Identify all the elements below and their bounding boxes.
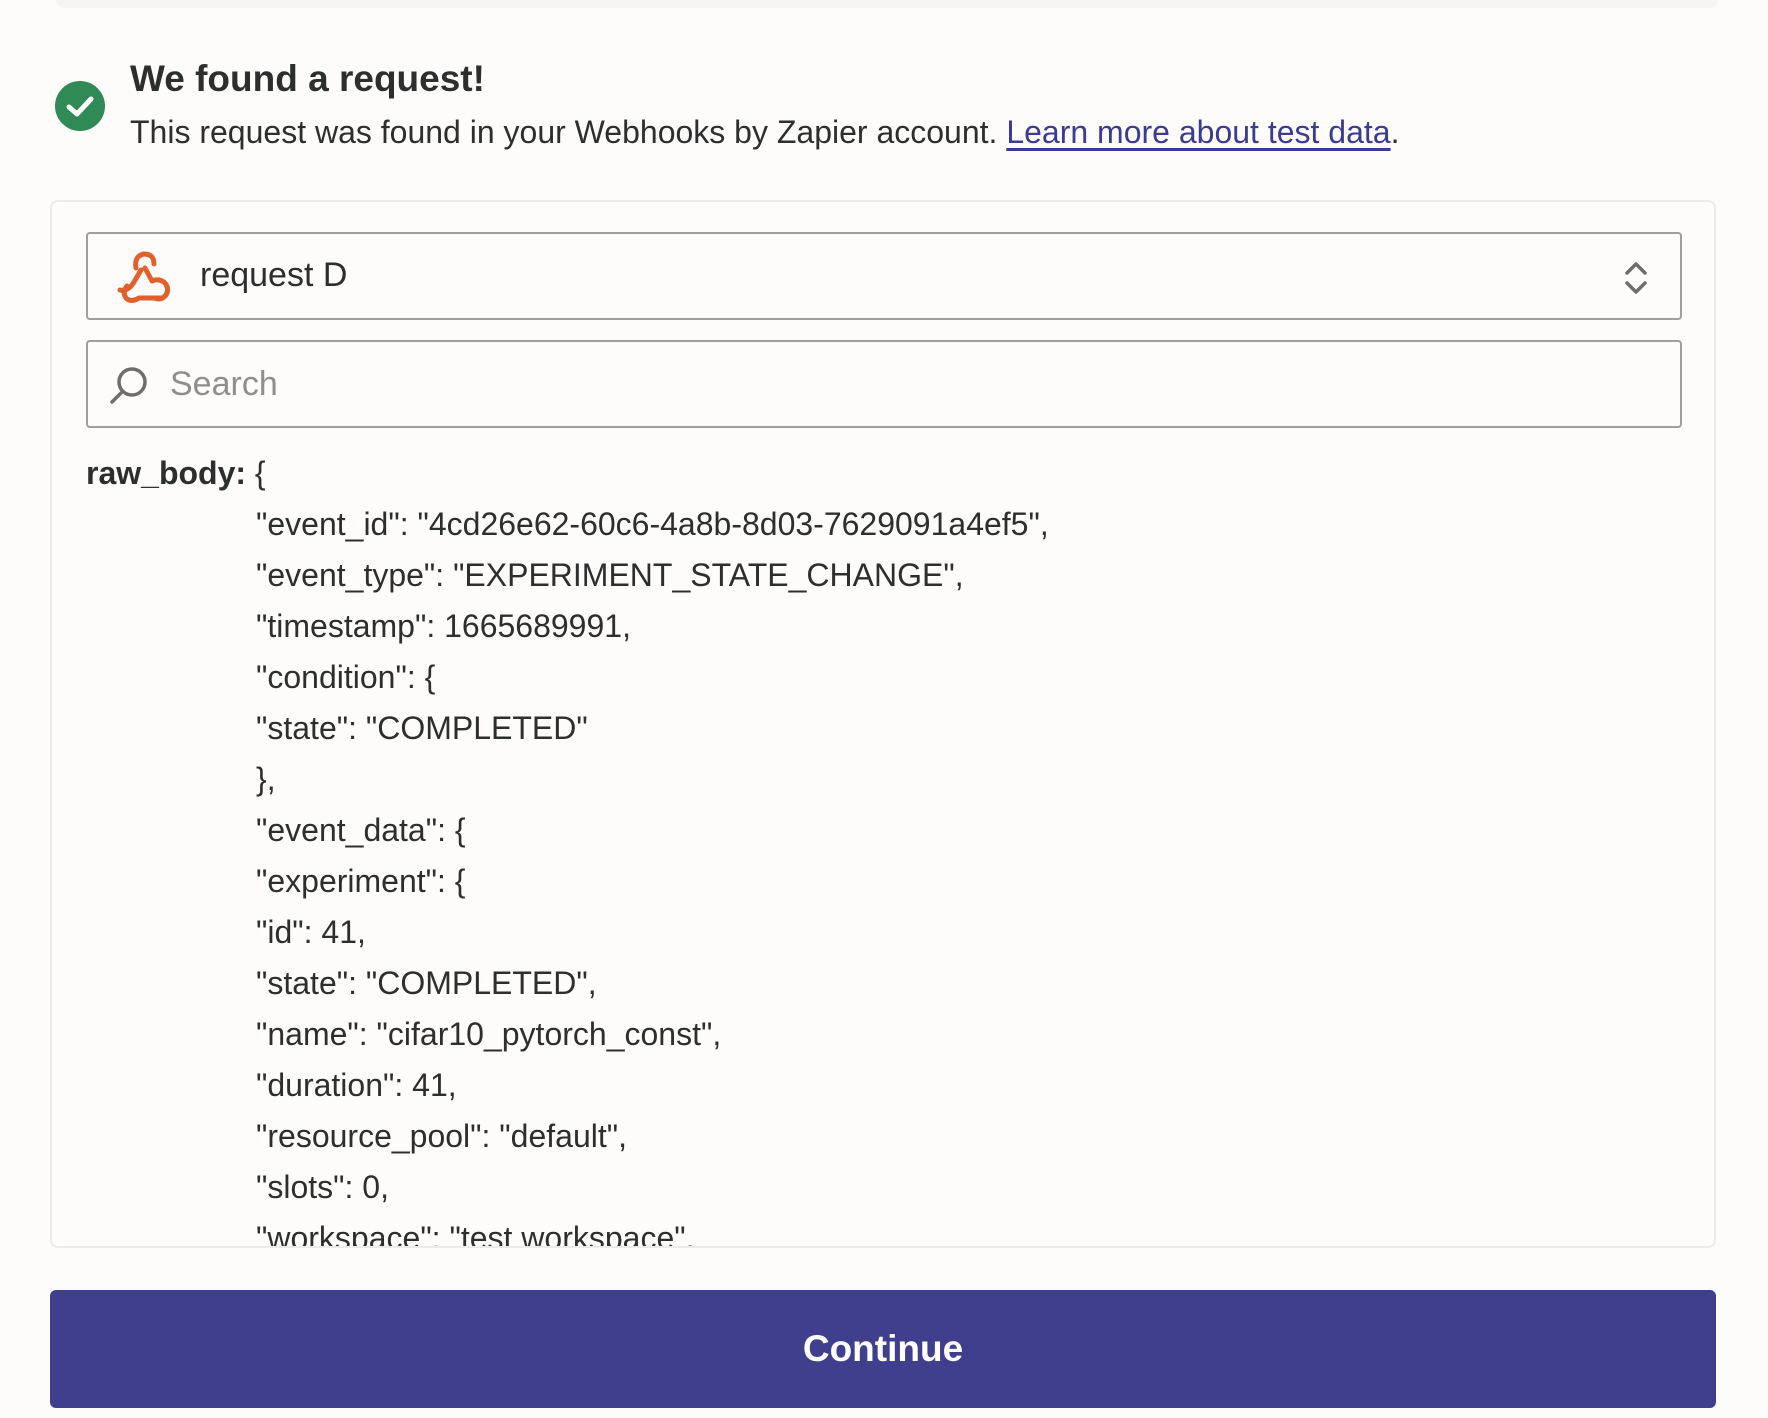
json-line: "id": 41, <box>256 914 366 950</box>
search-box <box>86 340 1682 428</box>
json-line: "experiment": { <box>256 863 466 899</box>
description-trailing: . <box>1390 114 1400 150</box>
learn-more-link[interactable]: Learn more about test data <box>1006 114 1390 150</box>
chevron-up-down-icon <box>1625 262 1647 294</box>
selected-request-label: request D <box>200 256 348 294</box>
description-text: This request was found in your Webhooks … <box>130 114 1007 150</box>
json-line: "state": "COMPLETED" <box>256 710 588 746</box>
json-line: "timestamp": 1665689991, <box>256 608 631 644</box>
json-line: "event_data": { <box>256 812 466 848</box>
raw-body-key: raw_body: <box>86 455 247 491</box>
continue-button[interactable]: Continue <box>50 1290 1716 1408</box>
raw-body-field: raw_body: { "event_id": "4cd26e62-60c6-4… <box>86 448 1682 1248</box>
check-circle-icon <box>55 81 105 131</box>
raw-body-open-brace: { <box>246 455 266 491</box>
raw-body-lines: "event_id": "4cd26e62-60c6-4a8b-8d03-762… <box>86 499 1682 1248</box>
webhook-icon <box>117 251 171 303</box>
json-line: }, <box>256 761 276 797</box>
search-icon <box>110 367 147 404</box>
json-line: "resource_pool": "default", <box>256 1118 627 1154</box>
json-line: "duration": 41, <box>256 1067 457 1103</box>
json-line: "state": "COMPLETED", <box>256 965 597 1001</box>
found-request-header: We found a request! This request was fou… <box>54 56 1714 166</box>
json-line: "name": "cifar10_pytorch_const", <box>256 1016 722 1052</box>
raw-body-header: raw_body: { <box>86 448 1682 499</box>
found-request-description: This request was found in your Webhooks … <box>130 114 1399 151</box>
search-input[interactable] <box>170 356 1650 412</box>
json-line: "event_id": "4cd26e62-60c6-4a8b-8d03-762… <box>256 506 1049 542</box>
json-line: "condition": { <box>256 659 436 695</box>
json-line: "workspace": "test workspace", <box>256 1220 695 1248</box>
json-line: "slots": 0, <box>256 1169 389 1205</box>
json-line: "event_type": "EXPERIMENT_STATE_CHANGE", <box>256 557 964 593</box>
test-data-panel: request D raw_body: { "event_id": "4cd26… <box>50 200 1716 1248</box>
request-select-dropdown[interactable]: request D <box>86 232 1682 320</box>
found-request-title: We found a request! <box>130 58 485 99</box>
previous-section-edge <box>56 0 1718 8</box>
